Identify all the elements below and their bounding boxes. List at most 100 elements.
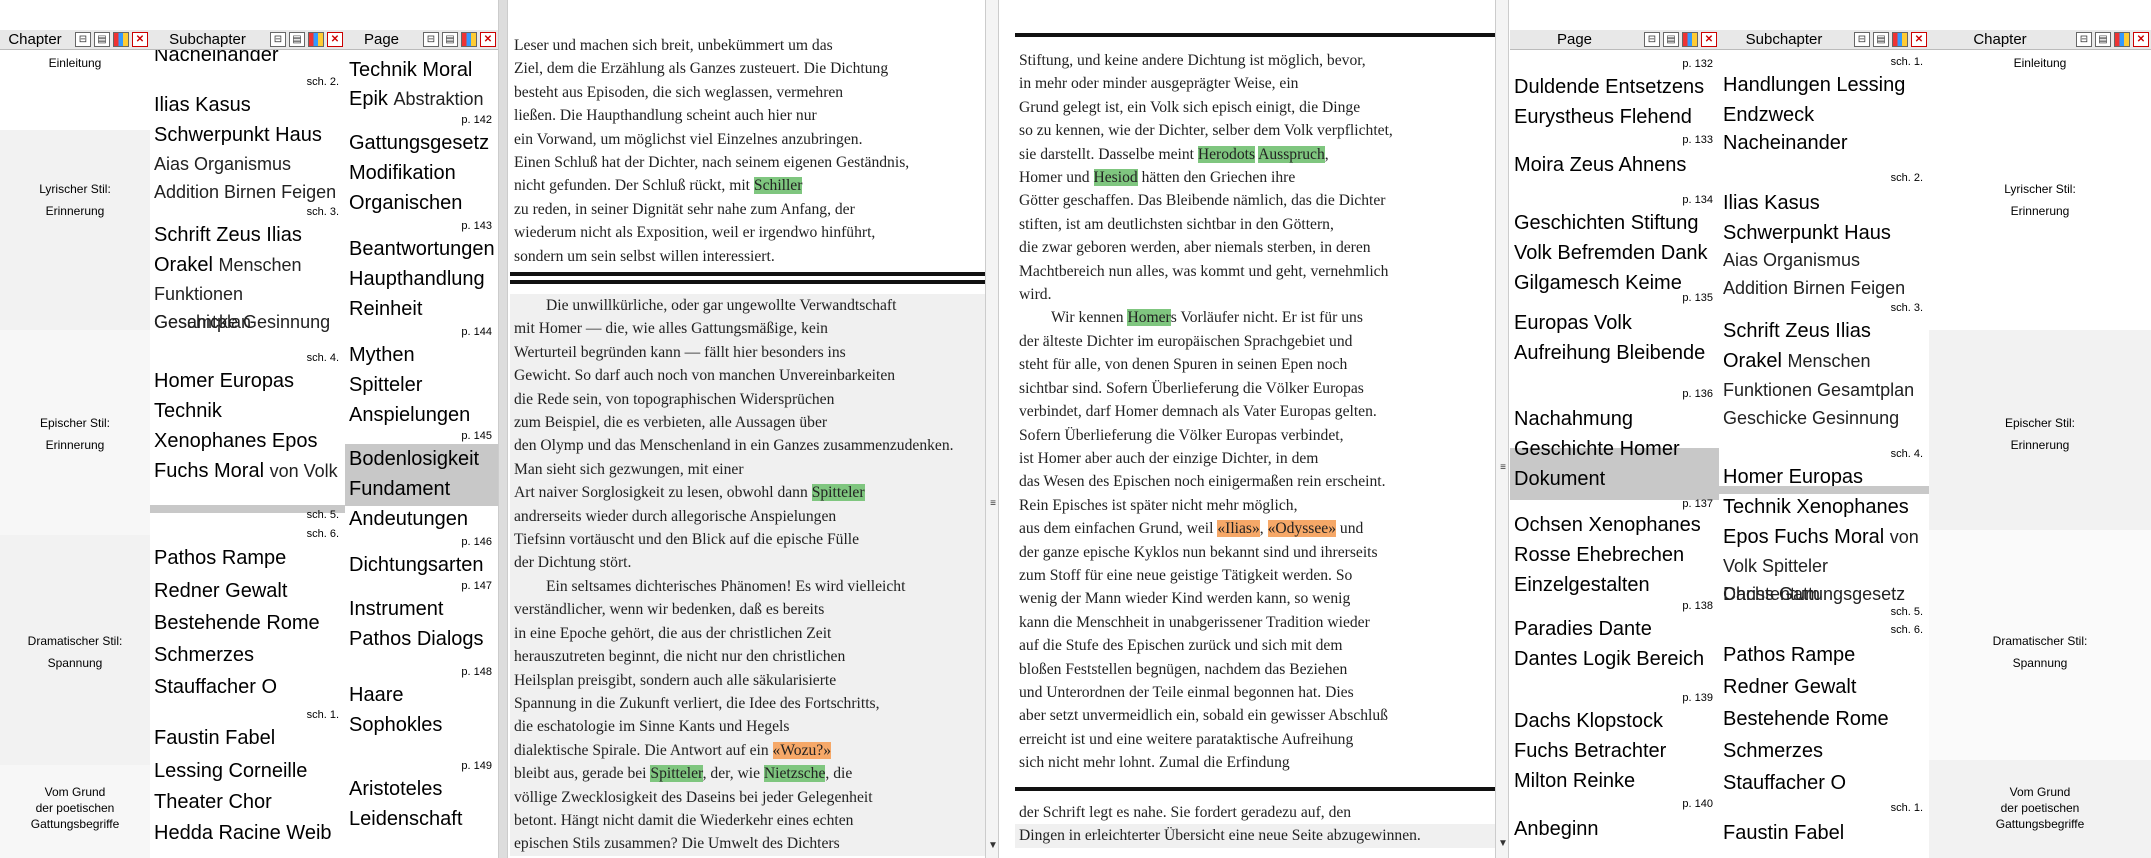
subchapter-word[interactable]: von: [1890, 527, 1919, 547]
chapter-item-dramatisch-sub[interactable]: Spannung: [0, 652, 150, 674]
highlighted-entity[interactable]: Herodots: [1197, 145, 1256, 163]
highlighted-entity[interactable]: Nietzsche: [763, 765, 826, 783]
color-icon[interactable]: [113, 32, 129, 47]
subchapter-word[interactable]: Homer Europas: [150, 366, 345, 396]
document-icon[interactable]: ▤: [2095, 32, 2111, 47]
page-word[interactable]: Fuchs Betrachter: [1510, 736, 1719, 766]
subchapter-word[interactable]: Ilias Kasus: [1719, 188, 1929, 218]
subchapter-word[interactable]: Technik Xenophanes: [1719, 492, 1929, 522]
chapter-item-episch[interactable]: Epischer Stil:: [1929, 412, 2151, 434]
collapse-icon[interactable]: ⊟: [2076, 32, 2092, 47]
page-word[interactable]: Haupthandlung: [345, 264, 498, 294]
page-word[interactable]: Dachs Klopstock: [1510, 706, 1719, 736]
document-icon[interactable]: ▤: [442, 32, 458, 47]
page-word[interactable]: Geschichten Stiftung: [1510, 208, 1719, 238]
page-word[interactable]: Volk Befremden Dank: [1510, 238, 1719, 268]
subchapter-word[interactable]: Fuchs Moral: [154, 460, 264, 482]
close-icon[interactable]: ✕: [1701, 32, 1717, 47]
collapse-icon[interactable]: ⊟: [270, 32, 286, 47]
color-icon[interactable]: [1892, 32, 1908, 47]
collapse-icon[interactable]: ⊟: [75, 32, 91, 47]
chapter-item-dramatisch[interactable]: Dramatischer Stil:: [1929, 630, 2151, 652]
close-icon[interactable]: ✕: [2133, 32, 2149, 47]
chapter-item-dramatisch-sub[interactable]: Spannung: [1929, 652, 2151, 674]
subchapter-word[interactable]: Hedda Racine Weib: [150, 818, 345, 848]
page-word[interactable]: Aristoteles: [345, 774, 498, 804]
color-icon[interactable]: [1682, 32, 1698, 47]
page-word[interactable]: Nachahmung: [1510, 404, 1719, 434]
page-word[interactable]: Milton Reinke: [1510, 766, 1719, 796]
chapter-item-lyrisch[interactable]: Lyrischer Stil:: [1929, 178, 2151, 200]
subchapter-word[interactable]: Menschen: [218, 255, 301, 275]
chapter-item-grund-3[interactable]: Gattungsbegriffe: [0, 816, 150, 832]
page-word[interactable]: Abstraktion: [393, 89, 483, 109]
splitter-handle-icon[interactable]: ≡: [1496, 460, 1510, 476]
page-word[interactable]: Geschichte Homer: [1510, 434, 1719, 464]
chapter-item-einleitung[interactable]: Einleitung: [1929, 52, 2151, 74]
color-icon[interactable]: [2114, 32, 2130, 47]
page-word[interactable]: Aufreihung Bleibende: [1510, 338, 1719, 368]
page-word[interactable]: Dokument: [1510, 464, 1719, 494]
subchapter-word[interactable]: Pathos Rampe: [150, 543, 345, 573]
subchapter-word[interactable]: Xenophanes Epos: [150, 426, 345, 456]
highlighted-entity[interactable]: Hesiod: [1093, 169, 1138, 187]
subchapter-word[interactable]: Schwerpunkt Haus: [150, 120, 345, 150]
subchapter-word[interactable]: Schwerpunkt Haus: [1719, 218, 1929, 248]
subchapter-word[interactable]: Endzweck: [1719, 100, 1929, 130]
page-word[interactable]: Anspielungen: [345, 400, 498, 430]
page-word[interactable]: Anbeginn: [1510, 814, 1719, 844]
color-icon[interactable]: [308, 32, 324, 47]
page-word[interactable]: Mythen: [345, 340, 498, 370]
subchapter-word[interactable]: Bestehende Rome: [1719, 704, 1929, 734]
page-word[interactable]: Duldende Entsetzens: [1510, 72, 1719, 102]
page-word[interactable]: Pathos Dialogs: [345, 624, 498, 654]
highlighted-entity[interactable]: Ausspruch: [1258, 145, 1325, 163]
document-icon[interactable]: ▤: [1873, 32, 1889, 47]
page-word[interactable]: Dichtungsarten: [345, 550, 498, 580]
subchapter-word[interactable]: Nacheinander: [1719, 128, 1929, 158]
chapter-item-lyrisch[interactable]: Lyrischer Stil:: [0, 178, 150, 200]
highlighted-entity[interactable]: Spitteler: [650, 765, 703, 783]
page-word[interactable]: Fundament: [345, 474, 498, 504]
page-word[interactable]: Modifikation: [345, 158, 498, 188]
page-word[interactable]: Ochsen Xenophanes: [1510, 510, 1719, 540]
subchapter-word[interactable]: Schmerzes: [150, 640, 345, 670]
scroll-down-icon[interactable]: ▼: [1496, 836, 1510, 852]
collapse-icon[interactable]: ⊟: [1644, 32, 1660, 47]
subchapter-word[interactable]: Epos Fuchs Moral: [1723, 526, 1884, 548]
subchapter-word[interactable]: Schrift Zeus Ilias: [1719, 316, 1929, 346]
collapse-icon[interactable]: ⊟: [1854, 32, 1870, 47]
subchapter-word[interactable]: Theater Chor: [150, 787, 345, 817]
chapter-item-lyrisch-sub[interactable]: Erinnerung: [1929, 200, 2151, 222]
page-word[interactable]: Beantwortungen: [345, 234, 498, 264]
collapse-icon[interactable]: ⊟: [423, 32, 439, 47]
page-word[interactable]: Organischen: [345, 188, 498, 218]
highlighted-entity[interactable]: Schiller: [753, 177, 803, 195]
document-icon[interactable]: ▤: [289, 32, 305, 47]
page-word[interactable]: Europas Volk: [1510, 308, 1719, 338]
page-word[interactable]: Moira Zeus Ahnens: [1510, 150, 1719, 180]
subchapter-word[interactable]: Faustin Fabel: [150, 723, 345, 753]
page-word[interactable]: Epik: [349, 88, 388, 110]
subchapter-word[interactable]: Aias Organismus: [1719, 246, 1929, 274]
chapter-item-grund-2[interactable]: der poetischen: [1929, 800, 2151, 816]
subchapter-word[interactable]: von Volk: [270, 461, 338, 481]
highlighted-entity[interactable]: «Ilias»: [1217, 520, 1260, 538]
highlighted-entity[interactable]: «Wozu?»: [772, 741, 832, 759]
chapter-item-lyrisch-sub[interactable]: Erinnerung: [0, 200, 150, 222]
center-splitter[interactable]: ≡ ▼: [985, 0, 999, 858]
page-word[interactable]: Technik Moral: [345, 55, 498, 85]
chapter-item-grund-2[interactable]: der poetischen: [0, 800, 150, 816]
subchapter-word[interactable]: Schrift Zeus Ilias: [150, 220, 345, 250]
page-word[interactable]: Dantes Logik Bereich: [1510, 644, 1719, 674]
page-word[interactable]: Bodenlosigkeit: [345, 444, 498, 474]
page-word[interactable]: Paradies Dante: [1510, 614, 1719, 644]
scroll-down-icon[interactable]: ▼: [986, 838, 1000, 854]
subchapter-word[interactable]: Technik: [150, 396, 345, 426]
subchapter-word[interactable]: Ilias Kasus: [150, 90, 345, 120]
splitter-handle-icon[interactable]: ≡: [986, 496, 1000, 512]
page-word[interactable]: Leidenschaft: [345, 804, 498, 834]
chapter-item-dramatisch[interactable]: Dramatischer Stil:: [0, 630, 150, 652]
page-word[interactable]: Sophokles: [345, 710, 498, 740]
left-panel-scrollbar[interactable]: [498, 0, 508, 858]
